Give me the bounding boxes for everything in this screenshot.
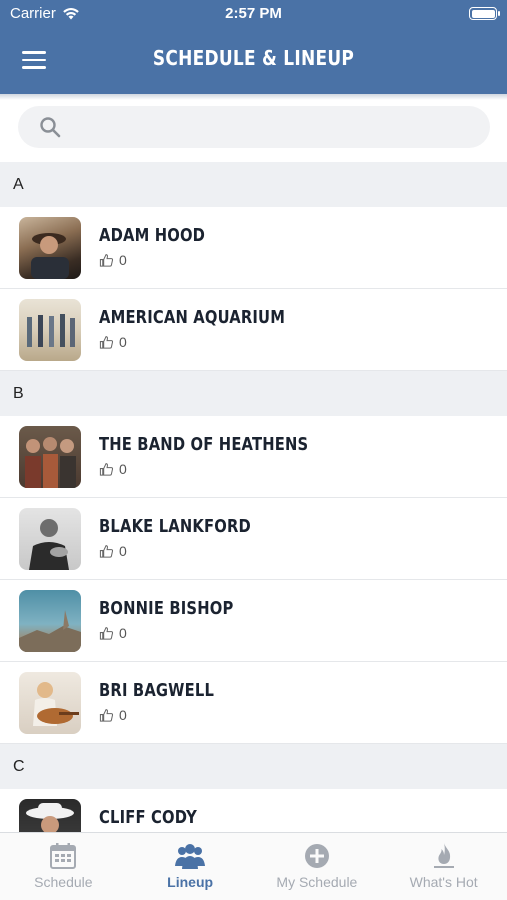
like-count[interactable]: 0 [99,252,127,268]
section-header-a: A [0,162,507,207]
artist-name: BONNIE BISHOP [99,598,234,619]
status-time: 2:57 PM [225,5,282,22]
thumbs-up-icon [99,335,114,349]
artist-photo [19,508,81,570]
list-item[interactable]: BLAKE LANKFORD 0 [0,498,507,580]
search-bar [0,100,507,162]
thumbs-up-icon [99,462,114,476]
page-title: SCHEDULE & LINEUP [152,46,355,70]
app-header: SCHEDULE & LINEUP [0,28,507,94]
tab-bar: Schedule Lineup My Schedule What's Hot [0,832,507,900]
artist-name: ADAM HOOD [99,225,206,246]
artist-photo [19,672,81,734]
artist-name: THE BAND OF HEATHENS [99,434,309,455]
artist-photo [19,799,81,832]
artist-name: AMERICAN AQUARIUM [99,307,286,328]
artist-name: BRI BAGWELL [99,680,215,701]
people-icon [175,844,206,869]
tab-label: Schedule [34,874,93,890]
tab-label: What's Hot [409,874,478,890]
like-count-value: 0 [119,334,127,350]
thumbs-up-icon [99,544,114,558]
like-count-value: 0 [119,625,127,641]
list-item[interactable]: CLIFF CODY 0 [0,789,507,832]
like-count[interactable]: 0 [99,625,127,641]
top-bar: Carrier 2:57 PM SCHEDULE & LINEUP [0,0,507,94]
lineup-list: A ADAM HOOD 0 AMERICAN AQUARIUM 0 B THE … [0,162,507,832]
list-item[interactable]: ADAM HOOD 0 [0,207,507,289]
like-count-value: 0 [119,252,127,268]
calendar-icon [50,843,77,869]
list-item[interactable]: BRI BAGWELL 0 [0,662,507,744]
artist-photo [19,426,81,488]
artist-photo [19,299,81,361]
like-count-value: 0 [119,461,127,477]
list-item[interactable]: THE BAND OF HEATHENS 0 [0,416,507,498]
like-count[interactable]: 0 [99,707,127,723]
thumbs-up-icon [99,253,114,267]
artist-name: BLAKE LANKFORD [99,516,251,537]
search-field[interactable] [18,106,490,148]
list-item[interactable]: AMERICAN AQUARIUM 0 [0,289,507,371]
like-count[interactable]: 0 [99,334,127,350]
thumbs-up-icon [99,708,114,722]
flame-icon [433,843,454,868]
tab-schedule[interactable]: Schedule [0,833,127,900]
battery-icon [469,7,500,20]
tab-label: Lineup [167,874,214,890]
search-input[interactable] [76,106,476,148]
like-count-value: 0 [119,543,127,559]
status-bar: Carrier 2:57 PM [0,0,507,28]
tab-lineup[interactable]: Lineup [127,833,254,900]
tab-my-schedule[interactable]: My Schedule [254,833,381,900]
section-header-b: B [0,371,507,416]
like-count[interactable]: 0 [99,543,127,559]
artist-photo [19,590,81,652]
list-item[interactable]: BONNIE BISHOP 0 [0,580,507,662]
like-count-value: 0 [119,707,127,723]
section-header-c: C [0,744,507,789]
tab-label: My Schedule [276,874,358,890]
thumbs-up-icon [99,626,114,640]
artist-photo [19,217,81,279]
search-icon [40,117,61,138]
plus-circle-icon [304,844,329,868]
tab-whats-hot[interactable]: What's Hot [380,833,507,900]
artist-name: CLIFF CODY [99,807,197,828]
like-count[interactable]: 0 [99,461,127,477]
